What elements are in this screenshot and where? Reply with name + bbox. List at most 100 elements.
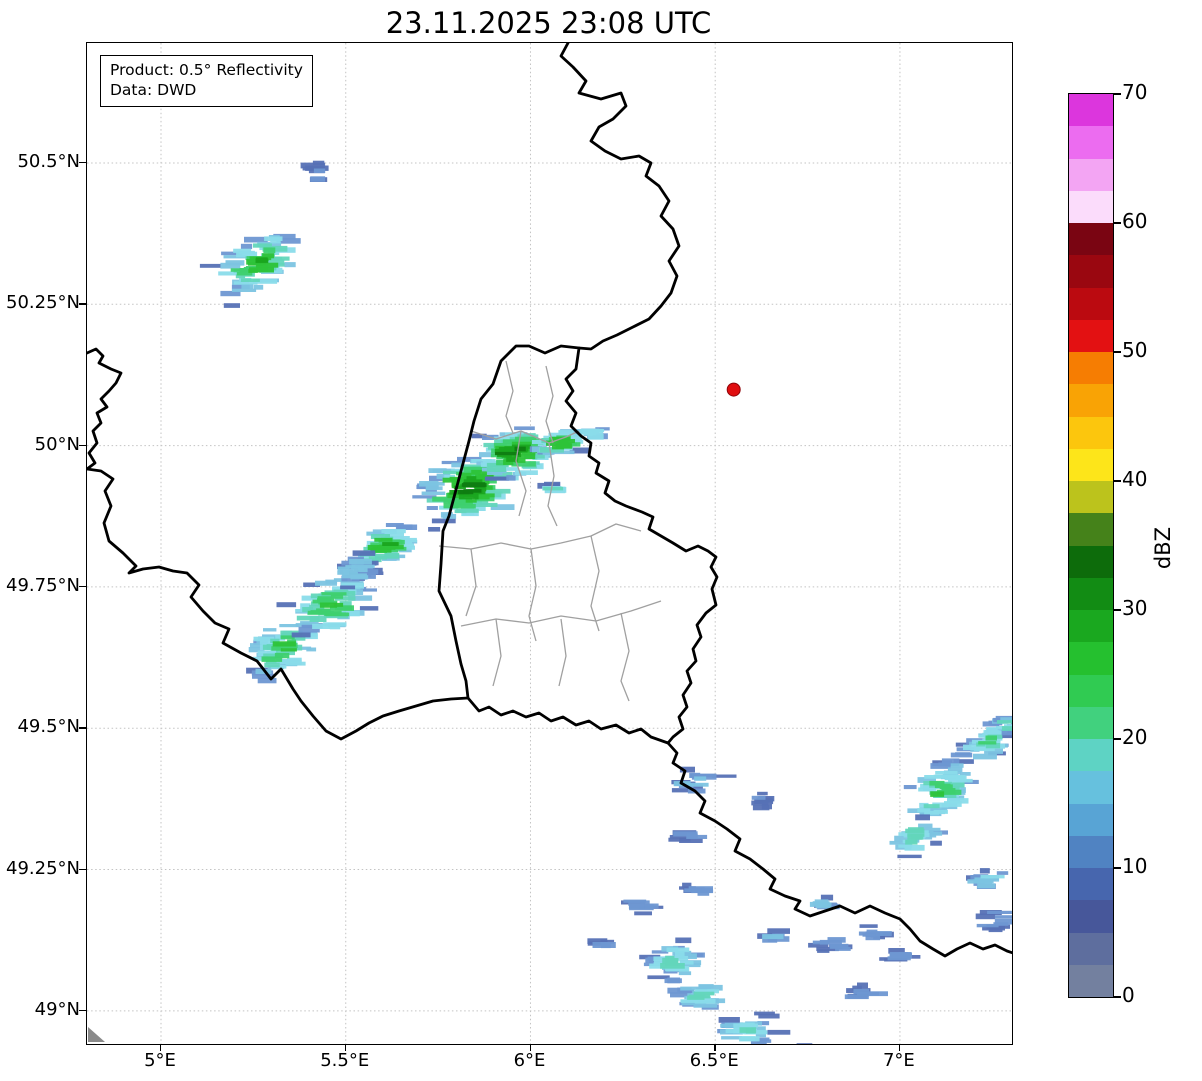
radar-echo-cell: [426, 506, 438, 510]
map-plot-area: [86, 42, 1013, 1045]
radar-echo-cell: [686, 833, 698, 839]
radar-echo-cell: [312, 160, 325, 166]
radar-echo-cell: [428, 527, 441, 532]
y-axis-tickmark: [79, 444, 86, 446]
radar-echo-cell: [333, 602, 344, 607]
radar-echo-cell: [313, 168, 326, 173]
colorbar-segment: [1069, 900, 1113, 933]
radar-echo-cell: [272, 641, 296, 647]
radar-echo-cell: [238, 250, 255, 255]
radar-echo-cell: [751, 795, 766, 800]
radar-echo-cell: [924, 775, 945, 779]
radar-echo-cell: [687, 995, 705, 1000]
radar-echo-cell: [767, 1029, 791, 1035]
y-axis-tickmark: [79, 303, 86, 305]
radar-echo-cell: [264, 662, 280, 668]
colorbar-segment: [1069, 706, 1113, 739]
radar-echo-cell: [495, 451, 520, 456]
radar-echo-cell: [721, 1036, 742, 1040]
radar-echo-cell: [431, 518, 456, 524]
radar-echo-cell: [739, 1027, 757, 1033]
radar-echo-cell: [903, 785, 917, 790]
radar-echo-cell: [514, 446, 526, 452]
radar-echo-cell: [844, 994, 869, 1000]
y-axis-tick-label: 49.25°N: [6, 857, 80, 879]
radar-echo-cell: [479, 502, 498, 507]
colorbar-tick-label: 40: [1122, 467, 1148, 491]
colorbar-segment: [1069, 287, 1113, 320]
colorbar-segment: [1069, 384, 1113, 417]
radar-echo-cell: [817, 949, 830, 953]
radar-echo-cell: [904, 844, 925, 851]
radar-echo-cell: [421, 491, 446, 495]
colorbar-segment: [1069, 352, 1113, 385]
radar-echo-cell: [796, 1043, 813, 1044]
radar-echo-cell: [985, 735, 997, 741]
radar-echo-cell: [257, 677, 277, 684]
radar-echo-cell: [975, 913, 996, 920]
colorbar-tick-label: 30: [1122, 596, 1148, 620]
colorbar-segment: [1069, 739, 1113, 772]
colorbar-tickmark: [1114, 222, 1121, 224]
colorbar-tick-label: 0: [1122, 983, 1135, 1007]
radar-echo-cell: [276, 602, 297, 608]
radar-echo-layer: [199, 160, 1012, 1044]
radar-echo-cell: [424, 481, 445, 486]
colorbar-segment: [1069, 771, 1113, 804]
radar-echo-cell: [284, 262, 296, 268]
radar-echo-cell: [678, 971, 692, 976]
radar-echo-cell: [329, 625, 341, 630]
colorbar-segment: [1069, 964, 1113, 997]
radar-echo-cell: [976, 923, 999, 928]
x-axis-tick-label: 5°E: [144, 1050, 176, 1071]
colorbar-segment: [1069, 255, 1113, 288]
radar-echo-cell: [1001, 726, 1012, 731]
radar-echo-cell: [674, 950, 685, 956]
radar-echo-cell: [579, 428, 604, 435]
radar-echo-cell: [340, 585, 356, 590]
radar-echo-cell: [827, 937, 846, 943]
x-axis-tick-label: 6°E: [513, 1050, 546, 1071]
radar-echo-cell: [935, 771, 958, 775]
colorbar-segment: [1069, 190, 1113, 223]
radar-echo-cell: [315, 580, 337, 586]
radar-echo-cell: [374, 537, 393, 542]
radar-echo-cell: [321, 592, 347, 596]
radar-echo-cell: [718, 1017, 740, 1023]
admin-border-line: [545, 365, 554, 444]
y-axis-tickmark: [79, 1009, 86, 1012]
figure-title: 23.11.2025 23:08 UTC: [385, 6, 712, 40]
radar-echo-cell: [859, 924, 878, 928]
radar-echo-cell: [628, 903, 645, 909]
radar-echo-cell: [675, 937, 692, 944]
y-axis-tick-label: 49.75°N: [6, 574, 80, 596]
radar-echo-cell: [223, 303, 240, 308]
radar-echo-cell: [514, 426, 535, 431]
radar-echo-cell: [665, 960, 678, 966]
radar-echo-cell: [352, 550, 376, 556]
colorbar-segment: [1069, 642, 1113, 675]
colorbar-segment: [1069, 610, 1113, 643]
radar-echo-cell: [466, 476, 477, 482]
colorbar-segment: [1069, 674, 1113, 707]
radar-echo-cell: [897, 854, 922, 859]
colorbar-segment: [1069, 94, 1113, 127]
product-info-box: Product: 0.5° Reflectivity Data: DWD: [100, 55, 313, 107]
radar-echo-cell: [979, 868, 990, 874]
radar-echo-cell: [691, 889, 714, 894]
radar-echo-cell: [929, 780, 945, 786]
colorbar-tickmark: [1114, 867, 1121, 869]
radar-echo-cell: [285, 661, 306, 666]
radar-echo-cell: [634, 911, 652, 916]
y-axis-tickmark: [79, 727, 86, 729]
admin-border-line: [528, 548, 537, 642]
colorbar-segment: [1069, 545, 1113, 578]
radar-echo-cell: [664, 978, 682, 984]
admin-border-line: [590, 535, 600, 632]
radar-map-canvas: [87, 43, 1012, 1044]
radar-echo-cell: [382, 542, 399, 546]
radar-echo-cell: [231, 288, 257, 292]
radar-echo-cell: [291, 632, 311, 638]
radar-echo-cell: [987, 910, 1012, 914]
radar-echo-cell: [754, 799, 774, 805]
